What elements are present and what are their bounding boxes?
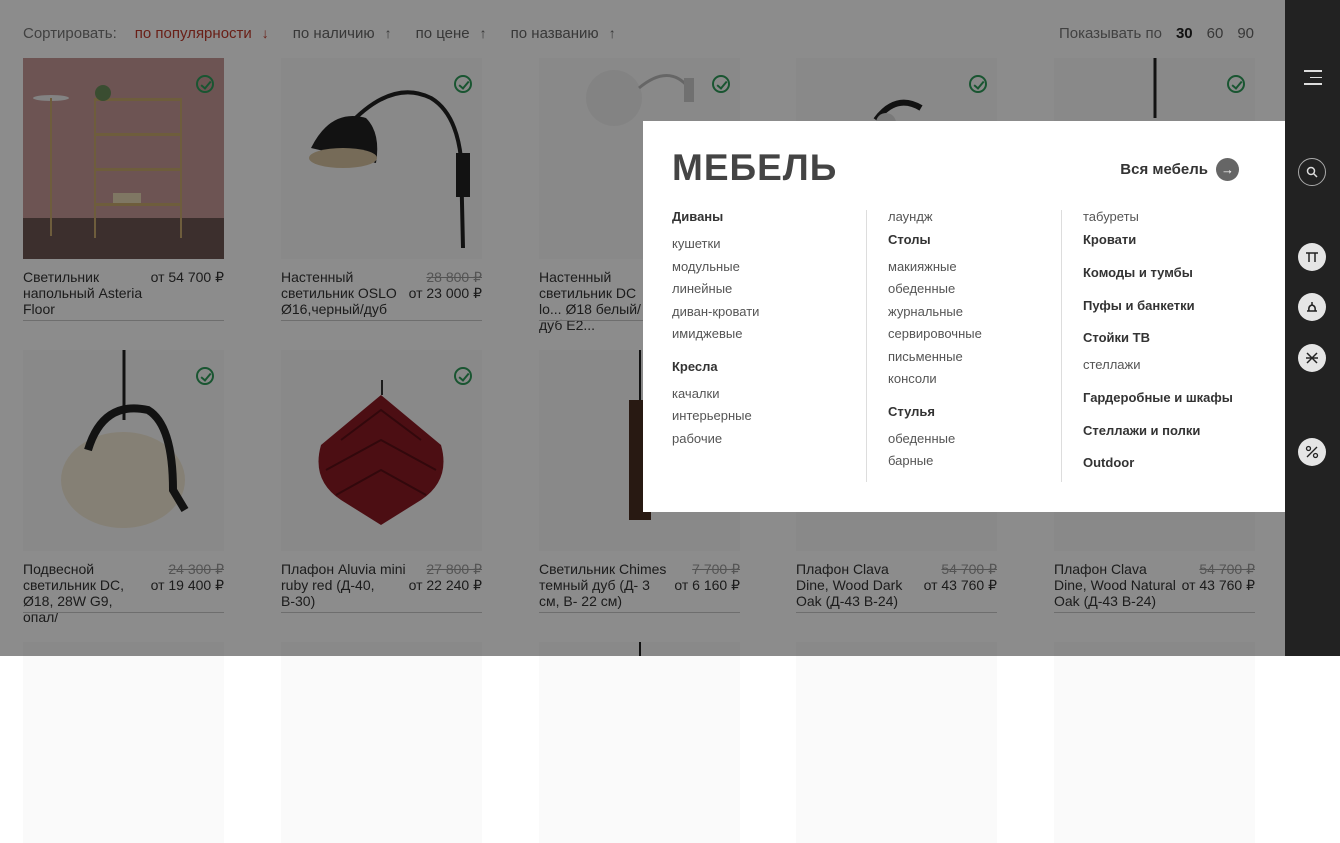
menu-item[interactable]: кушетки (672, 236, 720, 251)
search-icon[interactable] (1298, 158, 1326, 186)
menu-item[interactable]: линейные (672, 281, 732, 296)
menu-item[interactable]: журнальные (888, 304, 963, 319)
furniture-menu: МЕБЕЛЬ Вся мебель → Диваны кушетки модул… (643, 121, 1285, 512)
menu-heading-sofas[interactable]: Диваны (672, 209, 723, 224)
menu-heading-dressers[interactable]: Комоды и тумбы (1083, 265, 1193, 280)
menu-title: МЕБЕЛЬ (672, 147, 838, 188)
product-image[interactable] (796, 642, 997, 843)
lamp-glyph (1306, 252, 1318, 262)
menu-heading-shelves[interactable]: Стеллажи и полки (1083, 423, 1200, 438)
menu-item[interactable]: диван-кровати (672, 304, 759, 319)
menu-item[interactable]: сервировочные (888, 326, 982, 341)
product-image[interactable] (539, 642, 740, 843)
percent-icon[interactable] (1298, 438, 1326, 466)
menu-item[interactable]: имиджевые (672, 326, 742, 341)
menu-item[interactable]: качалки (672, 386, 719, 401)
right-rail (1285, 0, 1340, 656)
menu-item[interactable]: обеденные (888, 281, 955, 296)
all-furniture-label: Вся мебель (1120, 161, 1208, 178)
cross-icon[interactable] (1298, 344, 1326, 372)
menu-heading-tv-stands[interactable]: Стойки ТВ (1083, 330, 1150, 345)
menu-heading-tables[interactable]: Столы (888, 232, 931, 247)
menu-item[interactable]: барные (888, 453, 933, 468)
menu-heading-wardrobes[interactable]: Гардеробные и шкафы (1083, 390, 1233, 405)
lamp-icon[interactable] (1298, 243, 1326, 271)
percent-glyph (1305, 445, 1319, 459)
menu-heading-chairs[interactable]: Стулья (888, 404, 935, 419)
menu-item[interactable]: табуреты (1083, 209, 1139, 224)
menu-item[interactable]: лаундж (888, 209, 933, 224)
menu-item[interactable]: письменные (888, 349, 963, 364)
product-image[interactable] (23, 642, 224, 843)
search-glyph (1306, 166, 1318, 178)
product-image[interactable] (1054, 642, 1255, 843)
menu-column-1: Диваны кушетки модульные линейные диван-… (672, 209, 862, 489)
menu-heading-poufs[interactable]: Пуфы и банкетки (1083, 298, 1195, 313)
chair-glyph (1307, 302, 1317, 312)
menu-icon[interactable] (1304, 70, 1322, 86)
product-image[interactable] (281, 642, 482, 843)
menu-item[interactable]: консоли (888, 371, 937, 386)
menu-heading-outdoor[interactable]: Outdoor (1083, 455, 1134, 470)
menu-item[interactable]: стеллажи (1083, 357, 1140, 372)
menu-column-3: табуреты Кровати Комоды и тумбы Пуфы и б… (1083, 209, 1273, 489)
cross-glyph (1306, 352, 1318, 364)
menu-item[interactable]: модульные (672, 259, 740, 274)
menu-item[interactable]: интерьерные (672, 408, 752, 423)
menu-divider (866, 210, 867, 482)
chair-icon[interactable] (1298, 293, 1326, 321)
menu-item[interactable]: макияжные (888, 259, 957, 274)
menu-column-2: лаундж Столы макияжные обеденные журналь… (888, 209, 1058, 489)
all-furniture-link[interactable]: Вся мебель → (1120, 158, 1239, 181)
menu-heading-armchairs[interactable]: Кресла (672, 359, 718, 374)
menu-item[interactable]: рабочие (672, 431, 722, 446)
menu-divider (1061, 210, 1062, 482)
arrow-right-icon: → (1216, 158, 1239, 181)
menu-item[interactable]: обеденные (888, 431, 955, 446)
menu-heading-beds[interactable]: Кровати (1083, 232, 1136, 247)
